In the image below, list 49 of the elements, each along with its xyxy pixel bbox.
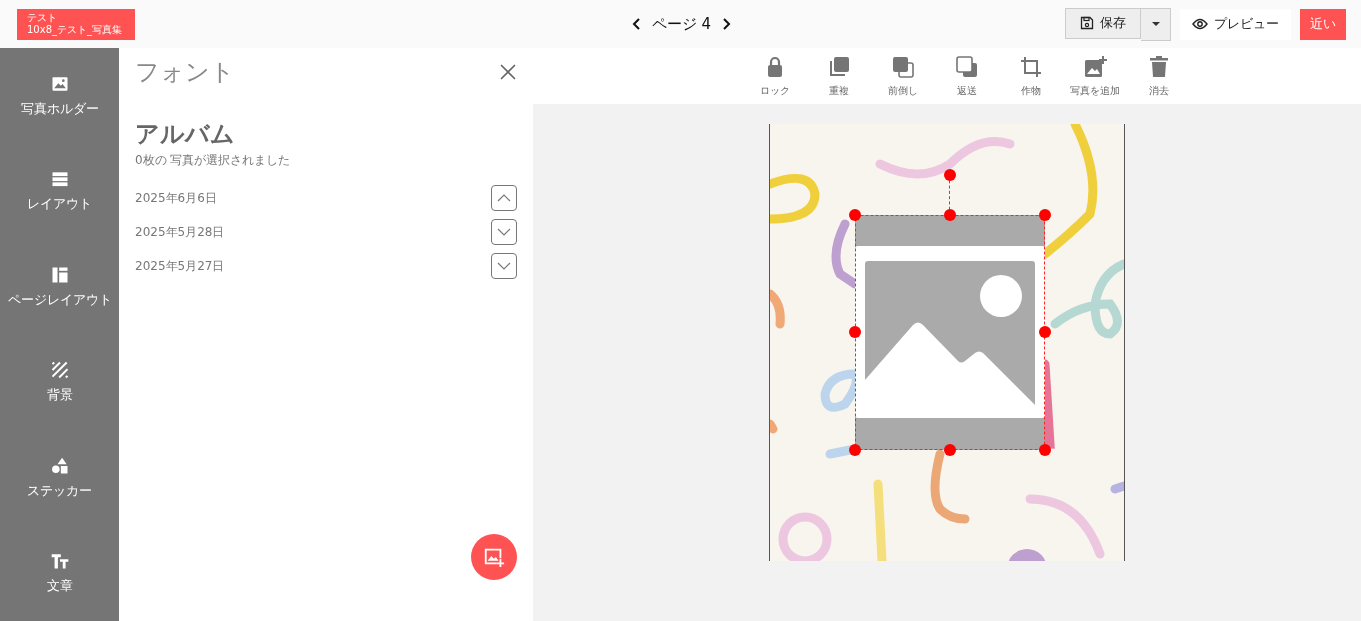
chevron-icon bbox=[497, 262, 511, 270]
add-photo-button[interactable] bbox=[471, 534, 517, 580]
add-image-icon bbox=[483, 546, 505, 568]
chevron-icon bbox=[497, 194, 511, 202]
rotate-handle[interactable] bbox=[944, 169, 956, 181]
date-group-label: 2025年5月27日 bbox=[135, 257, 225, 275]
expand-toggle-button[interactable] bbox=[491, 253, 517, 279]
chevron-icon bbox=[497, 228, 511, 236]
resize-handle[interactable] bbox=[944, 209, 956, 221]
close-icon[interactable] bbox=[499, 63, 517, 81]
toolbar-button[interactable]: 作物 bbox=[1003, 54, 1059, 98]
crop-icon bbox=[1019, 54, 1043, 79]
sidebar-item[interactable]: 背景 bbox=[0, 334, 119, 430]
sidebar-item[interactable]: ページレイアウト bbox=[0, 239, 119, 335]
toolbar-button[interactable]: 写真を追加 bbox=[1067, 54, 1123, 98]
sidebar-item[interactable]: 写真ホルダー bbox=[0, 48, 119, 144]
toolbar-button[interactable]: 返送 bbox=[939, 54, 995, 98]
sidebar-item[interactable]: ステッカー bbox=[0, 430, 119, 526]
bring-forward-icon bbox=[891, 54, 915, 79]
date-group-label: 2025年5月28日 bbox=[135, 223, 225, 241]
resize-handle[interactable] bbox=[849, 444, 861, 456]
page-label: ページ 4 bbox=[651, 14, 712, 34]
trash-icon bbox=[1147, 54, 1171, 79]
expand-toggle-button[interactable] bbox=[491, 185, 517, 211]
text-size-icon bbox=[49, 551, 70, 572]
sidebar-item[interactable]: レイアウト bbox=[0, 143, 119, 239]
date-group-label: 2025年6月6日 bbox=[135, 189, 217, 207]
eye-icon bbox=[1192, 18, 1208, 30]
stripes-icon bbox=[49, 360, 70, 381]
toolbar-button[interactable]: 消去 bbox=[1131, 54, 1187, 98]
send-backward-icon bbox=[955, 54, 979, 79]
toolbar-button[interactable]: 重複 bbox=[811, 54, 867, 98]
preview-button[interactable]: プレビュー bbox=[1180, 8, 1291, 40]
sidebar-item[interactable]: 文章 bbox=[0, 525, 119, 621]
resize-handle[interactable] bbox=[1039, 209, 1051, 221]
shapes-icon bbox=[49, 455, 70, 476]
caret-icon bbox=[1150, 21, 1161, 27]
album-heading: アルバム bbox=[135, 119, 236, 150]
resize-handle[interactable] bbox=[849, 326, 861, 338]
toolbar-button[interactable]: ロック bbox=[747, 54, 803, 98]
copy-icon bbox=[827, 54, 851, 79]
resize-handle[interactable] bbox=[849, 209, 861, 221]
add-image-icon bbox=[1083, 54, 1107, 79]
panel-title: フォント bbox=[135, 57, 235, 88]
toolbar-button[interactable]: 前倒し bbox=[875, 54, 931, 98]
photo-placeholder[interactable] bbox=[855, 215, 1045, 450]
save-button[interactable]: 保存 bbox=[1065, 7, 1141, 39]
expand-toggle-button[interactable] bbox=[491, 219, 517, 245]
selection-count-text: 0枚の 写真が選択されました bbox=[135, 152, 292, 169]
